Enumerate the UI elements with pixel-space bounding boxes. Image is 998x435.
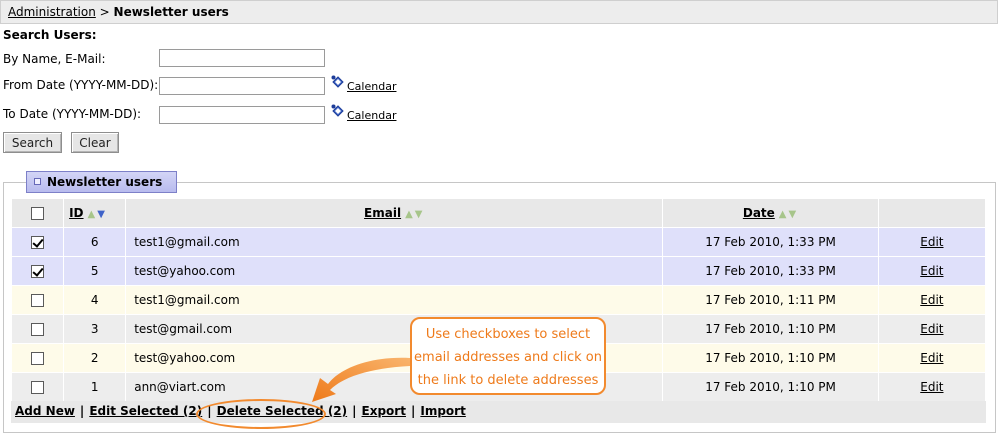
name-email-input[interactable] [159,49,325,67]
row-edit-link[interactable]: Edit [920,351,943,365]
row-edit-link[interactable]: Edit [920,380,943,394]
email-column-header: Email ▲▼ [126,199,663,227]
to-date-calendar: Calendar [330,103,396,122]
sort-desc-icon[interactable]: ▼ [415,209,425,220]
row-edit-link[interactable]: Edit [920,235,943,249]
import-link[interactable]: Import [420,404,465,418]
sort-asc-icon[interactable]: ▲ [779,209,789,220]
row-select-cell [12,228,64,256]
row-checkbox[interactable] [31,352,45,365]
row-email: test1@gmail.com [126,228,663,256]
date-column-header: Date ▲▼ [663,199,878,227]
row-checkbox[interactable] [31,323,45,336]
row-edit-link[interactable]: Edit [920,322,943,336]
row-email: test1@gmail.com [126,286,663,314]
row-action-cell: Edit [878,228,985,256]
row-date: 17 Feb 2010, 1:33 PM [663,257,878,285]
row-date: 17 Feb 2010, 1:10 PM [663,315,878,343]
row-date: 17 Feb 2010, 1:10 PM [663,344,878,372]
row-id: 3 [64,315,126,343]
row-id: 4 [64,286,126,314]
sort-desc-icon[interactable]: ▼ [789,209,799,220]
row-id: 2 [64,344,126,372]
panel-title: Newsletter users [47,175,163,189]
action-column-header [878,199,985,227]
id-column-header: ID ▲▼ [64,199,126,227]
calendar-icon[interactable] [330,103,346,119]
row-select-cell [12,257,64,285]
row-email: test@yahoo.com [126,257,663,285]
row-checkbox[interactable] [31,381,45,394]
row-id: 6 [64,228,126,256]
instruction-callout: Use checkboxes to select email addresses… [410,317,606,395]
row-edit-link[interactable]: Edit [920,264,943,278]
breadcrumb-current: Newsletter users [113,5,229,19]
add-new-link[interactable]: Add New [15,404,75,418]
table-actions-bar: Add New | Edit Selected (2) | Delete Selecte… [11,401,986,423]
to-date-label: To Date (YYYY-MM-DD): [3,107,142,121]
callout-line-2: email addresses and click on [414,350,602,365]
edit-selected-link[interactable]: Edit Selected (2) [89,404,202,418]
callout-line-1: Use checkboxes to select [425,327,591,342]
row-checkbox[interactable] [31,265,45,278]
search-users-title: Search Users: [3,28,97,42]
breadcrumb-separator: > [99,5,110,19]
from-date-input[interactable] [159,77,325,95]
from-date-calendar: Calendar [330,74,396,93]
row-action-cell: Edit [878,257,985,285]
row-date: 17 Feb 2010, 1:11 PM [663,286,878,314]
row-date: 17 Feb 2010, 1:33 PM [663,228,878,256]
row-action-cell: Edit [878,315,985,343]
row-select-cell [12,344,64,372]
callout-arrow-icon [312,357,410,402]
row-action-cell: Edit [878,344,985,372]
table-header-row: ID ▲▼ Email ▲▼ Date ▲▼ [12,199,985,227]
row-checkbox[interactable] [31,236,45,249]
to-date-input[interactable] [159,106,325,124]
table-row: 4 test1@gmail.com 17 Feb 2010, 1:11 PM Edit [12,286,985,314]
newsletter-users-tab: Newsletter users [26,171,177,193]
callout-line-3: the link to delete addresses [417,373,599,388]
from-date-label: From Date (YYYY-MM-DD): [3,78,159,92]
sort-asc-icon[interactable]: ▲ [405,209,415,220]
breadcrumb-administration-link[interactable]: Administration [8,5,96,19]
select-all-cell [12,199,64,227]
row-select-cell [12,286,64,314]
row-select-cell [12,373,64,401]
row-action-cell: Edit [878,373,985,401]
from-date-calendar-link[interactable]: Calendar [347,80,396,93]
row-id: 1 [64,373,126,401]
clear-button[interactable]: Clear [71,132,119,153]
id-sort-link[interactable]: ID [69,206,83,220]
to-date-calendar-link[interactable]: Calendar [347,109,396,122]
separator: | [79,404,85,418]
select-all-checkbox[interactable] [31,207,45,220]
table-row: 6 test1@gmail.com 17 Feb 2010, 1:33 PM Edit [12,228,985,256]
row-edit-link[interactable]: Edit [920,293,943,307]
table-row: 5 test@yahoo.com 17 Feb 2010, 1:33 PM Edit [12,257,985,285]
separator: | [207,404,212,418]
panel-square-icon [34,178,41,185]
breadcrumb: Administration > Newsletter users [0,0,998,24]
name-email-label: By Name, E-Mail: [3,52,106,66]
row-date: 17 Feb 2010, 1:10 PM [663,373,878,401]
calendar-icon[interactable] [330,74,346,90]
row-action-cell: Edit [878,286,985,314]
date-sort-link[interactable]: Date [743,206,775,220]
email-sort-link[interactable]: Email [364,206,401,220]
sort-asc-icon[interactable]: ▲ [88,209,98,220]
row-id: 5 [64,257,126,285]
row-checkbox[interactable] [31,294,45,307]
sort-desc-icon[interactable]: ▼ [97,209,107,220]
row-select-cell [12,315,64,343]
search-button[interactable]: Search [3,132,62,153]
